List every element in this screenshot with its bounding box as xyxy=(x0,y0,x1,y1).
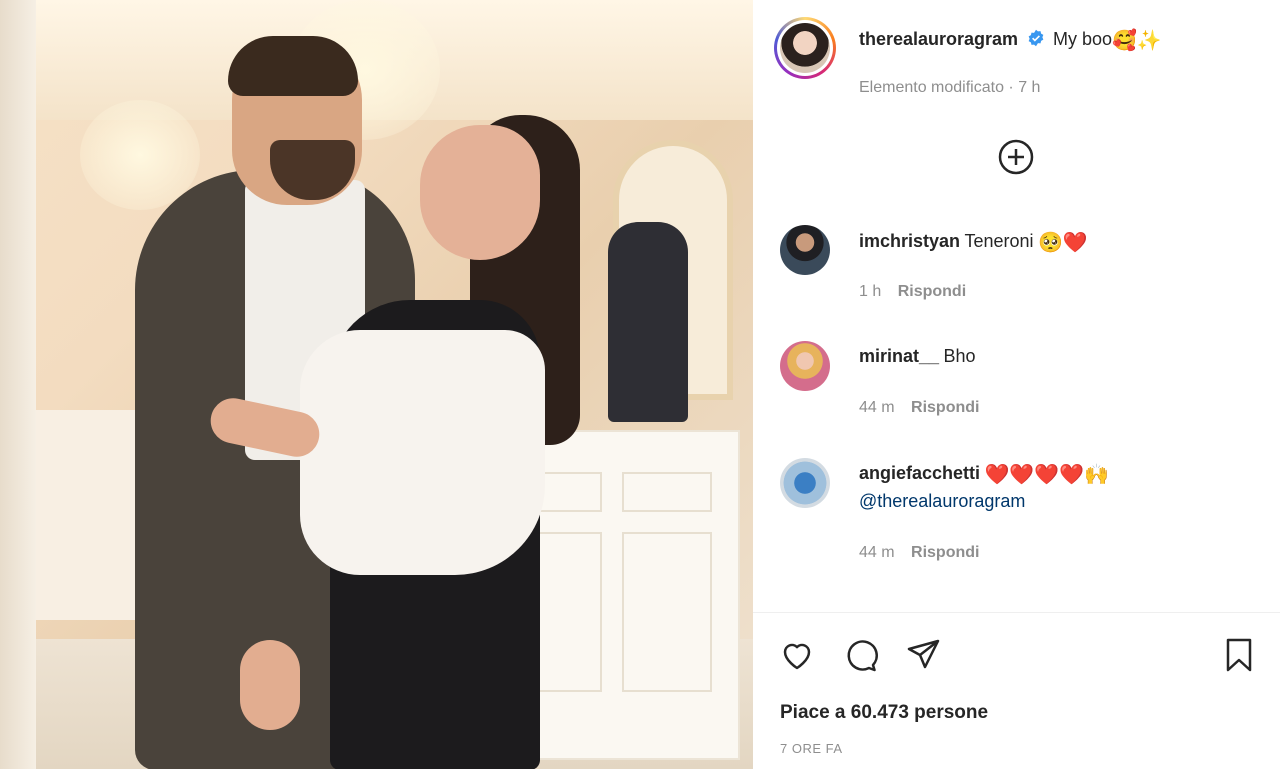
comment-body: angiefacchetti ❤️❤️❤️❤️🙌 xyxy=(859,462,1109,487)
comment-body: imchristyan Teneroni 🥺❤️ xyxy=(859,230,1088,255)
heart-icon[interactable] xyxy=(778,636,816,674)
caption-line: therealauroragram My boo🥰✨ xyxy=(859,28,1162,53)
photo-woman-face xyxy=(420,125,540,260)
comment-body: mirinat__ Bho xyxy=(859,346,976,367)
plus-circle-icon[interactable] xyxy=(997,138,1035,176)
post-timestamp[interactable]: 7 ORE FA xyxy=(780,741,843,756)
edited-meta: Elemento modificato · 7 h xyxy=(859,79,1041,96)
author-avatar[interactable] xyxy=(774,17,836,79)
comment-emojis: 🥺❤️ xyxy=(1038,232,1088,254)
comment-username[interactable]: angiefacchetti xyxy=(859,463,980,483)
comment-username[interactable]: mirinat__ xyxy=(859,346,939,366)
comment-icon[interactable] xyxy=(842,636,880,674)
author-username[interactable]: therealauroragram xyxy=(859,29,1018,49)
photo-pillar xyxy=(0,0,36,769)
comment-text: Teneroni xyxy=(964,231,1034,251)
photo-man-hair xyxy=(228,36,358,96)
photo-background-person xyxy=(608,222,688,422)
comment-emojis: ❤️❤️❤️❤️🙌 xyxy=(984,464,1110,486)
bookmark-icon[interactable] xyxy=(1220,636,1258,674)
comment-time: 1 h xyxy=(859,283,882,300)
comment-avatar[interactable] xyxy=(780,341,830,391)
comment-meta: 1 h Rispondi xyxy=(859,283,966,301)
caption-emojis: 🥰✨ xyxy=(1112,30,1162,52)
send-icon[interactable] xyxy=(905,636,943,674)
edited-label: Elemento modificato xyxy=(859,79,1004,96)
likes-count[interactable]: Piace a 60.473 persone xyxy=(780,702,988,724)
post-sidebar: therealauroragram My boo🥰✨ Elemento modi… xyxy=(753,0,1280,769)
comment-mention-link[interactable]: @therealauroragram xyxy=(859,491,1025,511)
verified-badge-icon xyxy=(1028,29,1043,47)
edited-time: 7 h xyxy=(1018,79,1041,96)
reply-button[interactable]: Rispondi xyxy=(898,283,966,300)
comment-username[interactable]: imchristyan xyxy=(859,231,960,251)
comment-text: Bho xyxy=(943,346,976,366)
comment-avatar[interactable] xyxy=(780,225,830,275)
reply-button[interactable]: Rispondi xyxy=(911,544,979,561)
photo-hand-2 xyxy=(240,640,300,730)
post-photo[interactable] xyxy=(0,0,753,769)
comment-avatar[interactable] xyxy=(780,458,830,508)
photo-woman-blouse xyxy=(300,330,545,575)
section-divider xyxy=(753,612,1280,613)
comment-mention-line: @therealauroragram xyxy=(859,491,1025,512)
caption-text: My boo xyxy=(1052,29,1113,49)
reply-button[interactable]: Rispondi xyxy=(911,399,979,416)
comment-meta: 44 m Rispondi xyxy=(859,399,979,417)
comment-time: 44 m xyxy=(859,399,895,416)
comment-time: 44 m xyxy=(859,544,895,561)
comment-meta: 44 m Rispondi xyxy=(859,544,979,562)
